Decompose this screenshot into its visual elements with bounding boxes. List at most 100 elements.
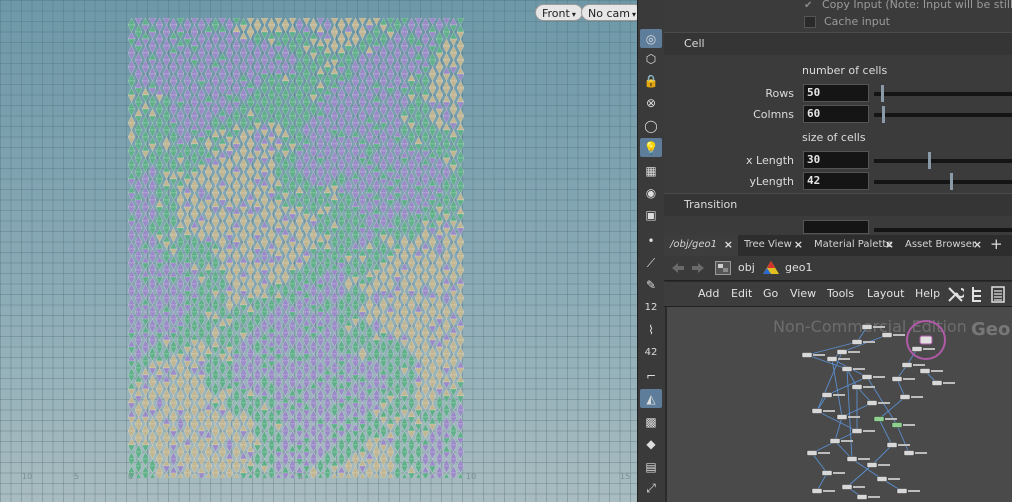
menu-view[interactable]: View (790, 287, 816, 300)
colmns-field[interactable]: 60 (803, 105, 869, 123)
points-number-icon[interactable]: 42 (640, 343, 662, 362)
camera-icon[interactable]: ◉ (640, 183, 662, 202)
network-node[interactable] (841, 366, 853, 372)
cell-section-header[interactable]: Cell (664, 32, 1012, 55)
display-options-icon[interactable]: ▣ (640, 205, 662, 224)
select-icon[interactable]: ◎ (640, 29, 662, 48)
numbers-icon[interactable]: 12 (640, 298, 662, 317)
network-node[interactable] (836, 349, 848, 355)
rows-field[interactable]: 50 (803, 84, 869, 102)
network-node[interactable] (903, 450, 915, 456)
network-node[interactable] (851, 384, 863, 390)
network-node[interactable] (901, 362, 913, 368)
network-node[interactable] (876, 476, 888, 482)
copy-input-toggle[interactable]: ✔Copy Input (Note: Input will be still c… (804, 0, 1012, 11)
network-node[interactable] (841, 484, 853, 490)
frame-icon[interactable]: ⌐ (640, 366, 662, 385)
network-node[interactable] (861, 374, 873, 380)
texture-icon[interactable]: ▩ (640, 412, 662, 431)
network-node[interactable] (891, 376, 903, 382)
network-node[interactable] (811, 408, 823, 414)
ylength-slider[interactable] (874, 173, 1012, 190)
network-node[interactable] (821, 392, 833, 398)
back-arrow-icon[interactable] (672, 263, 684, 273)
menu-help[interactable]: Help (915, 287, 940, 300)
network-node[interactable] (829, 438, 841, 444)
network-node[interactable] (836, 414, 848, 420)
path-segment-obj[interactable]: obj (715, 259, 759, 277)
network-node[interactable] (931, 380, 943, 386)
menu-layout[interactable]: Layout (867, 287, 904, 300)
menu-add[interactable]: Add (698, 287, 719, 300)
tree-icon[interactable] (970, 286, 984, 303)
network-node[interactable] (826, 356, 838, 362)
menu-edit[interactable]: Edit (731, 287, 752, 300)
view-menu-button[interactable]: Front ▾ (535, 4, 583, 21)
transform-icon[interactable]: ⬡ (640, 49, 662, 68)
threshold-field[interactable] (803, 220, 869, 234)
ylength-slider-handle[interactable] (949, 173, 953, 190)
pencil-icon[interactable]: ✎ (640, 275, 662, 294)
lock-icon[interactable]: 🔒 (640, 71, 662, 90)
network-node[interactable] (866, 462, 878, 468)
colmns-slider[interactable] (874, 106, 1012, 123)
tab-asset-browser[interactable]: Asset Browser × (899, 235, 987, 256)
wrench-icon[interactable] (947, 286, 964, 303)
network-canvas[interactable]: Non-Commercial Edition Geo (667, 307, 1012, 502)
network-node[interactable] (899, 394, 911, 400)
cache-input-toggle[interactable]: Cache input (804, 15, 890, 28)
network-node[interactable] (866, 400, 878, 406)
xlength-field[interactable]: 30 (803, 151, 869, 169)
network-node[interactable] (846, 456, 858, 462)
threshold-slider[interactable] (874, 228, 1012, 232)
tab-obj-geo1[interactable]: /obj/geo1 × (664, 235, 738, 256)
menu-go[interactable]: Go (763, 287, 778, 300)
normal-icon[interactable]: ⟋ (640, 254, 662, 273)
network-node[interactable] (856, 494, 868, 500)
point-icon[interactable]: • (640, 231, 662, 250)
network-node[interactable] (873, 416, 885, 422)
network-node[interactable] (886, 442, 898, 448)
close-icon[interactable]: × (724, 235, 733, 255)
network-node[interactable] (919, 368, 931, 374)
close-icon[interactable]: × (973, 235, 982, 255)
brush-icon[interactable]: ⌇ (640, 320, 662, 339)
path-segment-geo1[interactable]: geo1 (762, 259, 822, 277)
sphere-icon[interactable]: ◯ (640, 116, 662, 135)
selected-node[interactable] (919, 335, 933, 345)
rows-slider[interactable] (874, 85, 1012, 102)
network-node[interactable] (801, 352, 813, 358)
network-node[interactable] (911, 346, 923, 352)
checker-icon[interactable]: ▦ (640, 161, 662, 180)
list-view-icon[interactable] (991, 286, 1005, 303)
xlength-slider[interactable] (874, 152, 1012, 169)
forward-arrow-icon[interactable] (692, 263, 704, 273)
menu-tools[interactable]: Tools (827, 287, 854, 300)
ylength-field[interactable]: 42 (803, 172, 869, 190)
network-node[interactable] (851, 339, 863, 345)
snap-icon[interactable]: ⤢ (640, 479, 662, 498)
material-icon[interactable]: ◆ (640, 434, 662, 453)
xlength-slider-handle[interactable] (928, 152, 931, 169)
tab-tree-view[interactable]: Tree View × (738, 235, 808, 256)
network-node[interactable] (881, 332, 893, 338)
network-node[interactable] (861, 324, 873, 330)
network-node[interactable] (896, 488, 908, 494)
render-icon[interactable]: ▤ (640, 457, 662, 476)
network-node[interactable] (851, 428, 863, 434)
network-node[interactable] (806, 450, 818, 456)
transition-section-header[interactable]: Transition (664, 193, 1012, 216)
add-tab-icon[interactable]: + (990, 235, 1003, 254)
light-icon[interactable]: 💡 (640, 138, 662, 157)
close-icon[interactable]: × (794, 235, 803, 255)
scene-viewport[interactable]: Front ▾ No cam ▾ 10 5 0 5 10 15 (0, 0, 637, 502)
colmns-slider-handle[interactable] (882, 106, 886, 123)
close-icon[interactable]: × (885, 235, 894, 255)
network-node[interactable] (891, 422, 903, 428)
network-node[interactable] (821, 470, 833, 476)
network-node[interactable] (811, 488, 823, 494)
ghost-icon[interactable]: ⊗ (640, 93, 662, 112)
shade-icon[interactable]: ◭ (640, 389, 662, 408)
tab-material-palette[interactable]: Material Palette × (808, 235, 899, 256)
rows-slider-handle[interactable] (880, 85, 884, 102)
